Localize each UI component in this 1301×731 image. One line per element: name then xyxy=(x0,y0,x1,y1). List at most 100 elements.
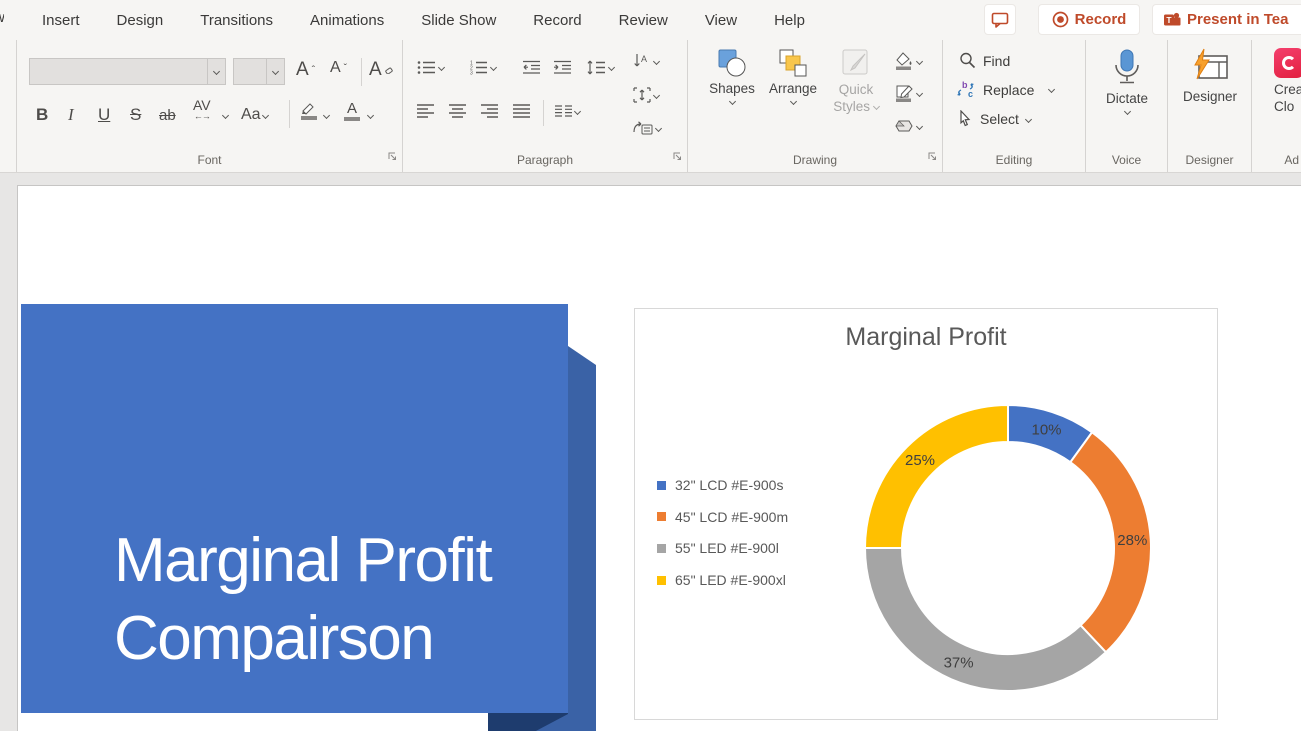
slide-title-text[interactable]: Marginal Profit Compairson xyxy=(114,522,491,678)
present-button-label: Present in Tea xyxy=(1187,11,1288,28)
bold-button[interactable]: B xyxy=(36,100,48,130)
text-direction-button[interactable]: A xyxy=(633,53,659,70)
clear-formatting-button[interactable]: A xyxy=(369,59,393,81)
align-right-button[interactable] xyxy=(481,104,499,118)
designer-label: Designer xyxy=(1183,89,1237,104)
justify-icon xyxy=(513,104,531,118)
character-spacing-button[interactable]: AV ←→ xyxy=(193,100,211,130)
columns-button[interactable] xyxy=(555,105,580,117)
font-name-dropdown-icon[interactable] xyxy=(207,59,225,84)
strikethrough-ab-button[interactable]: ab xyxy=(159,100,176,130)
donut-chart[interactable]: 10%28%37%25% xyxy=(635,309,1219,721)
menu-tab-insert[interactable]: Insert xyxy=(42,12,80,29)
increase-indent-button[interactable] xyxy=(554,60,572,75)
indent-icon xyxy=(554,60,572,75)
record-button[interactable]: Record xyxy=(1038,4,1140,35)
change-case-label: Aa xyxy=(241,106,261,124)
line-spacing-button[interactable] xyxy=(587,60,614,75)
dictate-label: Dictate xyxy=(1106,91,1148,106)
font-color-letter: A xyxy=(347,100,357,117)
select-button[interactable]: Select xyxy=(957,110,1031,128)
align-left-button[interactable] xyxy=(417,104,435,118)
select-cursor-icon xyxy=(957,110,973,128)
underline-button[interactable]: U xyxy=(98,100,110,130)
select-dropdown-icon xyxy=(1025,115,1032,122)
font-color-dropdown-icon[interactable] xyxy=(367,112,374,119)
menu-tab-record[interactable]: Record xyxy=(533,12,581,29)
character-spacing-dropdown-icon[interactable] xyxy=(222,112,229,119)
bullet-list-icon xyxy=(417,60,436,75)
numbering-button[interactable]: 123 xyxy=(469,60,496,75)
designer-button[interactable]: Designer xyxy=(1174,48,1246,104)
menu-tab-transitions[interactable]: Transitions xyxy=(200,12,273,29)
line-spacing-icon xyxy=(587,60,606,75)
italic-button[interactable]: I xyxy=(68,100,74,130)
font-name-combobox[interactable] xyxy=(29,58,226,85)
donut-segment[interactable] xyxy=(865,405,1008,548)
find-icon xyxy=(959,52,976,69)
font-size-dropdown-icon[interactable] xyxy=(266,59,284,84)
slide[interactable]: Marginal Profit Compairson Marginal Prof… xyxy=(17,185,1301,731)
present-in-teams-button[interactable]: T Present in Tea xyxy=(1152,4,1301,35)
editing-group-label: Editing xyxy=(943,153,1085,167)
menu-tab-view[interactable]: View xyxy=(705,12,737,29)
quick-styles-label-1: Quick xyxy=(839,82,874,97)
shapes-label: Shapes xyxy=(709,81,755,96)
increase-font-size-button[interactable]: Aˆ xyxy=(296,59,315,81)
text-highlight-button[interactable] xyxy=(300,102,317,120)
ribbon-group-addins: Crea Clo Ad xyxy=(1252,40,1301,172)
ribbon-group-editing: Find b c Replace Select Editing xyxy=(943,40,1086,172)
ribbon: Aˆ Aˇ A B I U S ab AV ←→ Aa xyxy=(0,40,1301,173)
align-text-button[interactable] xyxy=(633,87,659,103)
quick-styles-button[interactable]: Quick Styles xyxy=(826,48,886,115)
decrease-indent-button[interactable] xyxy=(523,60,541,75)
menu-tab-animations[interactable]: Animations xyxy=(310,12,384,29)
shape-effects-button[interactable] xyxy=(894,118,922,134)
menu-tab-help[interactable]: Help xyxy=(774,12,805,29)
find-button[interactable]: Find xyxy=(959,52,1010,69)
chart-frame[interactable]: Marginal Profit 32" LCD #E-900s45" LCD #… xyxy=(634,308,1218,720)
shape-outline-button[interactable] xyxy=(894,84,922,102)
justify-button[interactable] xyxy=(513,104,531,118)
paragraph-dialog-launcher[interactable] xyxy=(672,148,682,166)
font-dialog-launcher[interactable] xyxy=(387,148,397,166)
creative-cloud-button[interactable]: Crea Clo xyxy=(1274,48,1301,115)
convert-to-smartart-button[interactable] xyxy=(633,120,661,136)
arrange-button[interactable]: Arrange xyxy=(764,48,822,104)
addins-label-1: Crea xyxy=(1274,82,1301,97)
align-center-button[interactable] xyxy=(449,104,467,118)
dictate-button[interactable]: Dictate xyxy=(1099,48,1155,114)
menu-tab-review[interactable]: Review xyxy=(619,12,668,29)
menu-tab-slide-show[interactable]: Slide Show xyxy=(421,12,496,29)
menu-tab-design[interactable]: Design xyxy=(117,12,164,29)
change-case-button[interactable]: Aa xyxy=(241,100,268,130)
addins-group-label: Ad xyxy=(1252,153,1301,167)
bullets-button[interactable] xyxy=(417,60,444,75)
replace-button[interactable]: b c Replace xyxy=(955,80,1054,99)
record-button-label: Record xyxy=(1075,11,1127,28)
font-size-combobox[interactable] xyxy=(233,58,285,85)
shapes-dropdown-icon xyxy=(728,98,735,105)
strikethrough-button[interactable]: S xyxy=(130,100,141,130)
quick-styles-label-2: Styles xyxy=(833,99,870,114)
shapes-button[interactable]: Shapes xyxy=(704,48,760,104)
comments-button[interactable] xyxy=(984,4,1016,35)
drawing-dialog-launcher[interactable] xyxy=(927,148,937,166)
eraser-glyph xyxy=(385,66,393,74)
shrink-font-icon: A xyxy=(330,59,341,77)
select-label: Select xyxy=(980,111,1019,127)
smartart-icon xyxy=(633,120,653,136)
decrease-font-size-button[interactable]: Aˇ xyxy=(330,59,347,77)
font-color-button[interactable]: A xyxy=(344,100,360,121)
shape-fill-button[interactable] xyxy=(894,52,922,70)
menu-tab-partial[interactable]: w xyxy=(0,9,4,26)
shape-effects-icon xyxy=(894,118,914,134)
comment-bubble-icon xyxy=(991,12,1009,28)
voice-group-label: Voice xyxy=(1086,153,1167,167)
svg-text:3: 3 xyxy=(470,71,473,76)
paragraph-group-label: Paragraph xyxy=(403,153,687,167)
highlight-dropdown-icon[interactable] xyxy=(323,112,330,119)
record-dot-icon xyxy=(1052,11,1069,28)
replace-icon: b c xyxy=(955,80,976,99)
donut-segment[interactable] xyxy=(865,548,1106,691)
